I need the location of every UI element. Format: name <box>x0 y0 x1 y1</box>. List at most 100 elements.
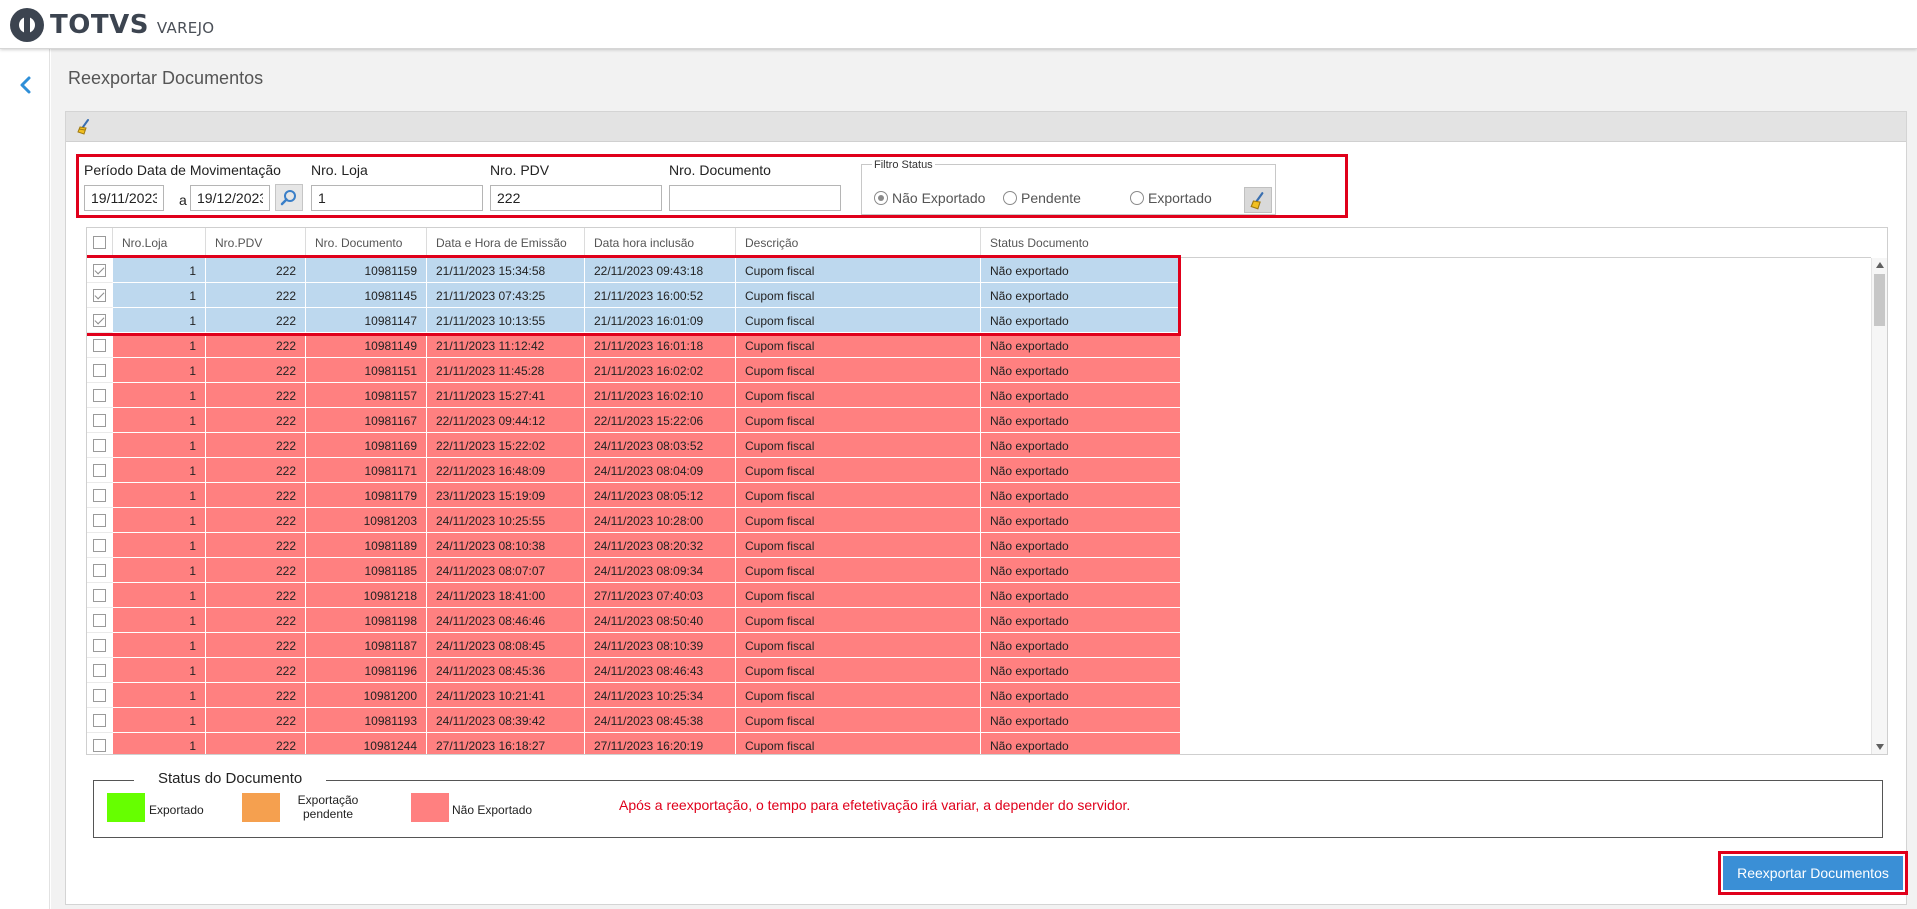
broom-icon <box>1250 192 1264 210</box>
row-checkbox[interactable] <box>93 439 106 452</box>
table-row[interactable]: 1 222 10981167 22/11/2023 09:44:12 22/11/202… <box>87 408 1871 433</box>
date-search-button[interactable] <box>275 184 303 211</box>
cell-pdv: 222 <box>206 708 306 733</box>
row-checkbox[interactable] <box>93 464 106 477</box>
cell-descricao: Cupom fiscal <box>736 583 981 608</box>
cell-emissao: 24/11/2023 08:08:45 <box>427 633 585 658</box>
table-row[interactable]: 1 222 10981244 27/11/2023 16:18:27 27/11/202… <box>87 733 1871 754</box>
radio-exportado[interactable]: Exportado <box>1130 190 1212 206</box>
row-checkbox[interactable] <box>93 264 106 277</box>
clear-status-button[interactable] <box>1244 187 1272 213</box>
row-checkbox-cell <box>87 483 113 508</box>
cell-emissao: 24/11/2023 08:45:36 <box>427 658 585 683</box>
date-to-input[interactable] <box>190 185 270 211</box>
legend-label-pendente: Exportação pendente <box>297 793 359 821</box>
totvs-logo[interactable]: TOTVS VAREJO <box>10 8 214 42</box>
table-row[interactable]: 1 222 10981193 24/11/2023 08:39:42 24/11/202… <box>87 708 1871 733</box>
chevron-left-icon[interactable] <box>16 75 36 95</box>
radio-circle <box>1130 191 1144 205</box>
row-checkbox[interactable] <box>93 714 106 727</box>
row-checkbox[interactable] <box>93 639 106 652</box>
cell-documento: 10981179 <box>306 483 427 508</box>
table-row[interactable]: 1 222 10981169 22/11/2023 15:22:02 24/11/202… <box>87 433 1871 458</box>
cell-status: Não exportado <box>981 433 1181 458</box>
col-data-emissao[interactable]: Data e Hora de Emissão <box>427 228 585 258</box>
row-checkbox[interactable] <box>93 414 106 427</box>
row-checkbox-cell <box>87 383 113 408</box>
table-row[interactable]: 1 222 10981149 21/11/2023 11:12:42 21/11/202… <box>87 333 1871 358</box>
col-nro-pdv[interactable]: Nro.PDV <box>206 228 306 258</box>
cell-status: Não exportado <box>981 633 1181 658</box>
table-row[interactable]: 1 222 10981203 24/11/2023 10:25:55 24/11/202… <box>87 508 1871 533</box>
row-checkbox[interactable] <box>93 364 106 377</box>
swatch-exportacao-pendente <box>242 793 280 822</box>
grid-vertical-scrollbar[interactable] <box>1871 258 1887 754</box>
row-checkbox[interactable] <box>93 689 106 702</box>
cell-emissao: 27/11/2023 16:18:27 <box>427 733 585 754</box>
col-data-inclusao[interactable]: Data hora inclusão <box>585 228 736 258</box>
row-checkbox[interactable] <box>93 489 106 502</box>
row-checkbox[interactable] <box>93 389 106 402</box>
table-row[interactable]: 1 222 10981147 21/11/2023 10:13:55 21/11/202… <box>87 308 1871 333</box>
table-row[interactable]: 1 222 10981171 22/11/2023 16:48:09 24/11/202… <box>87 458 1871 483</box>
scroll-up-icon[interactable] <box>1876 262 1884 268</box>
cell-loja: 1 <box>113 483 206 508</box>
table-row[interactable]: 1 222 10981151 21/11/2023 11:45:28 21/11/202… <box>87 358 1871 383</box>
totvs-logo-icon <box>10 8 44 42</box>
cell-loja: 1 <box>113 308 206 333</box>
cell-inclusao: 21/11/2023 16:02:02 <box>585 358 736 383</box>
row-checkbox[interactable] <box>93 539 106 552</box>
cell-descricao: Cupom fiscal <box>736 258 981 283</box>
radio-nao-exportado[interactable]: Não Exportado <box>874 190 985 206</box>
reexport-documents-button[interactable]: Reexportar Documentos <box>1723 856 1903 890</box>
cell-status: Não exportado <box>981 733 1181 754</box>
table-row[interactable]: 1 222 10981179 23/11/2023 15:19:09 24/11/202… <box>87 483 1871 508</box>
col-nro-loja[interactable]: Nro.Loja <box>113 228 206 258</box>
col-descricao[interactable]: Descrição <box>736 228 981 258</box>
table-row[interactable]: 1 222 10981187 24/11/2023 08:08:45 24/11/202… <box>87 633 1871 658</box>
table-row[interactable]: 1 222 10981189 24/11/2023 08:10:38 24/11/202… <box>87 533 1871 558</box>
radio-pendente[interactable]: Pendente <box>1003 190 1081 206</box>
cell-loja: 1 <box>113 633 206 658</box>
row-checkbox[interactable] <box>93 289 106 302</box>
col-nro-documento[interactable]: Nro. Documento <box>306 228 427 258</box>
scroll-down-icon[interactable] <box>1876 744 1884 750</box>
left-rail <box>0 49 50 909</box>
cell-status: Não exportado <box>981 483 1181 508</box>
cell-pdv: 222 <box>206 608 306 633</box>
row-checkbox[interactable] <box>93 664 106 677</box>
cell-inclusao: 27/11/2023 07:40:03 <box>585 583 736 608</box>
table-row[interactable]: 1 222 10981145 21/11/2023 07:43:25 21/11/202… <box>87 283 1871 308</box>
cell-loja: 1 <box>113 408 206 433</box>
swatch-exportado <box>107 793 145 822</box>
select-all-checkbox[interactable] <box>93 236 106 249</box>
cell-pdv: 222 <box>206 658 306 683</box>
cell-descricao: Cupom fiscal <box>736 433 981 458</box>
cell-emissao: 21/11/2023 11:12:42 <box>427 333 585 358</box>
scroll-thumb[interactable] <box>1874 274 1885 326</box>
cell-descricao: Cupom fiscal <box>736 383 981 408</box>
row-checkbox[interactable] <box>93 514 106 527</box>
table-row[interactable]: 1 222 10981200 24/11/2023 10:21:41 24/11/202… <box>87 683 1871 708</box>
row-checkbox[interactable] <box>93 564 106 577</box>
table-row[interactable]: 1 222 10981185 24/11/2023 08:07:07 24/11/202… <box>87 558 1871 583</box>
pdv-input[interactable] <box>490 185 662 211</box>
table-row[interactable]: 1 222 10981196 24/11/2023 08:45:36 24/11/202… <box>87 658 1871 683</box>
row-checkbox[interactable] <box>93 314 106 327</box>
clear-filter-broom-icon[interactable] <box>76 118 94 136</box>
table-row[interactable]: 1 222 10981198 24/11/2023 08:46:46 24/11/202… <box>87 608 1871 633</box>
row-checkbox[interactable] <box>93 739 106 752</box>
table-row[interactable]: 1 222 10981157 21/11/2023 15:27:41 21/11/202… <box>87 383 1871 408</box>
date-from-input[interactable] <box>84 185 164 211</box>
cell-status: Não exportado <box>981 533 1181 558</box>
row-checkbox[interactable] <box>93 339 106 352</box>
documento-input[interactable] <box>669 185 841 211</box>
row-checkbox[interactable] <box>93 589 106 602</box>
cell-status: Não exportado <box>981 408 1181 433</box>
table-row[interactable]: 1 222 10981159 21/11/2023 15:34:58 22/11/202… <box>87 258 1871 283</box>
row-checkbox[interactable] <box>93 614 106 627</box>
loja-input[interactable] <box>311 185 483 211</box>
cell-descricao: Cupom fiscal <box>736 458 981 483</box>
table-row[interactable]: 1 222 10981218 24/11/2023 18:41:00 27/11/202… <box>87 583 1871 608</box>
col-status-documento[interactable]: Status Documento <box>981 228 1181 258</box>
